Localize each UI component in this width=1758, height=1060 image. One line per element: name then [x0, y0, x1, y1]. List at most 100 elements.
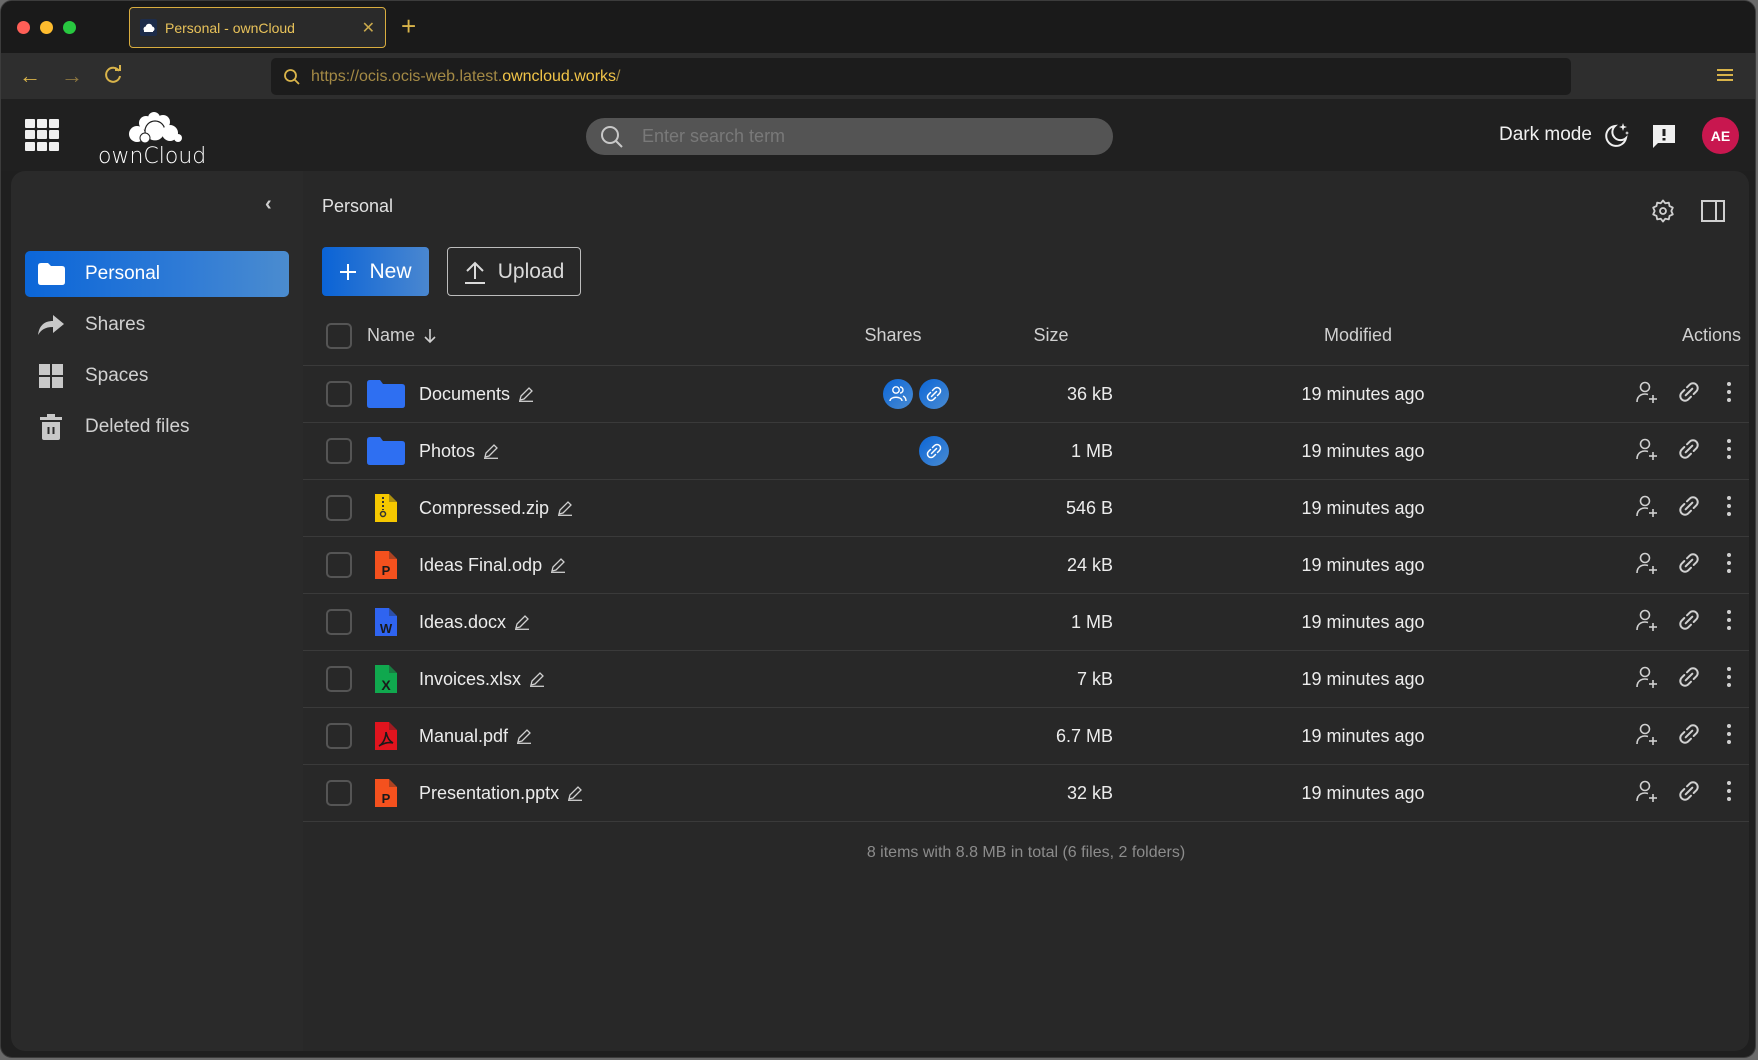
- add-user-share-icon[interactable]: [1635, 722, 1659, 751]
- shared-via-link-icon[interactable]: [919, 436, 949, 466]
- user-avatar[interactable]: AE: [1702, 117, 1739, 154]
- minimize-window-button[interactable]: [40, 21, 53, 34]
- file-name[interactable]: Compressed.zip: [419, 498, 549, 519]
- row-checkbox[interactable]: [326, 780, 352, 806]
- forward-arrow-icon[interactable]: →: [61, 63, 83, 89]
- add-user-share-icon[interactable]: [1635, 494, 1659, 523]
- tab-close-icon[interactable]: ✕: [362, 18, 375, 38]
- browser-tab[interactable]: Personal - ownCloud ✕: [129, 7, 386, 48]
- copy-link-icon[interactable]: [1677, 779, 1701, 808]
- copy-link-icon[interactable]: [1677, 722, 1701, 751]
- folder-icon: [367, 379, 405, 409]
- shared-with-people-icon[interactable]: [883, 379, 913, 409]
- app-header: ownCloud Dark mode AE: [1, 99, 1755, 171]
- sidebar-item-deleted-files[interactable]: Deleted files: [25, 404, 289, 450]
- shares-cell: [853, 379, 949, 409]
- maximize-window-button[interactable]: [63, 21, 76, 34]
- reload-icon[interactable]: [103, 63, 123, 91]
- shared-via-link-icon[interactable]: [919, 379, 949, 409]
- row-checkbox[interactable]: [326, 552, 352, 578]
- table-row[interactable]: P Ideas Final.odp 24 kB 19 minutes ago: [303, 537, 1749, 594]
- file-name[interactable]: Presentation.pptx: [419, 783, 559, 804]
- file-name[interactable]: Photos: [419, 441, 475, 462]
- row-checkbox[interactable]: [326, 723, 352, 749]
- file-name[interactable]: Ideas Final.odp: [419, 555, 542, 576]
- presentation-file-icon: P: [367, 550, 405, 580]
- table-row[interactable]: W Ideas.docx 1 MB 19 minutes ago: [303, 594, 1749, 651]
- add-user-share-icon[interactable]: [1635, 608, 1659, 637]
- add-user-share-icon[interactable]: [1635, 665, 1659, 694]
- more-options-icon[interactable]: [1719, 437, 1739, 466]
- spaces-grid-icon: [37, 363, 65, 389]
- table-row[interactable]: Documents 36 kB 19 minutes ago: [303, 366, 1749, 423]
- file-name[interactable]: Manual.pdf: [419, 726, 508, 747]
- table-row[interactable]: Photos 1 MB 19 minutes ago: [303, 423, 1749, 480]
- column-header-shares[interactable]: Shares: [833, 325, 953, 346]
- table-row[interactable]: X Invoices.xlsx 7 kB 19 minutes ago: [303, 651, 1749, 708]
- search-bar[interactable]: [586, 118, 1113, 155]
- rename-pencil-icon[interactable]: [514, 614, 530, 630]
- copy-link-icon[interactable]: [1677, 437, 1701, 466]
- row-checkbox[interactable]: [326, 381, 352, 407]
- copy-link-icon[interactable]: [1677, 608, 1701, 637]
- add-user-share-icon[interactable]: [1635, 380, 1659, 409]
- close-window-button[interactable]: [17, 21, 30, 34]
- rename-pencil-icon[interactable]: [550, 557, 566, 573]
- rename-pencil-icon[interactable]: [518, 386, 534, 402]
- more-options-icon[interactable]: [1719, 608, 1739, 637]
- file-name[interactable]: Ideas.docx: [419, 612, 506, 633]
- row-checkbox[interactable]: [326, 666, 352, 692]
- dark-mode-toggle[interactable]: Dark mode: [1499, 121, 1630, 149]
- row-checkbox[interactable]: [326, 438, 352, 464]
- address-bar[interactable]: https://ocis.ocis-web.latest.owncloud.wo…: [271, 58, 1571, 95]
- rename-pencil-icon[interactable]: [483, 443, 499, 459]
- more-options-icon[interactable]: [1719, 380, 1739, 409]
- more-options-icon[interactable]: [1719, 551, 1739, 580]
- copy-link-icon[interactable]: [1677, 494, 1701, 523]
- owncloud-logo[interactable]: ownCloud: [96, 107, 206, 169]
- table-row[interactable]: Manual.pdf 6.7 MB 19 minutes ago: [303, 708, 1749, 765]
- rename-pencil-icon[interactable]: [567, 785, 583, 801]
- rename-pencil-icon[interactable]: [557, 500, 573, 516]
- modified-date: 19 minutes ago: [1301, 440, 1425, 461]
- breadcrumb[interactable]: Personal: [322, 196, 393, 217]
- add-user-share-icon[interactable]: [1635, 437, 1659, 466]
- rename-pencil-icon[interactable]: [529, 671, 545, 687]
- sidebar-item-shares[interactable]: Shares: [25, 302, 289, 348]
- sidebar-item-personal[interactable]: Personal: [25, 251, 289, 297]
- table-row[interactable]: P Presentation.pptx 32 kB 19 minutes ago: [303, 765, 1749, 822]
- back-arrow-icon[interactable]: ←: [19, 63, 41, 89]
- more-options-icon[interactable]: [1719, 494, 1739, 523]
- copy-link-icon[interactable]: [1677, 380, 1701, 409]
- new-button[interactable]: New: [322, 247, 429, 296]
- app-switcher-icon[interactable]: [25, 119, 59, 151]
- feedback-icon[interactable]: [1652, 124, 1676, 153]
- gear-icon[interactable]: [1651, 199, 1675, 228]
- add-user-share-icon[interactable]: [1635, 779, 1659, 808]
- file-name[interactable]: Invoices.xlsx: [419, 669, 521, 690]
- column-header-name[interactable]: Name: [367, 325, 437, 346]
- copy-link-icon[interactable]: [1677, 665, 1701, 694]
- file-name[interactable]: Documents: [419, 384, 510, 405]
- table-row[interactable]: Compressed.zip 546 B 19 minutes ago: [303, 480, 1749, 537]
- column-header-modified[interactable]: Modified: [1258, 325, 1458, 346]
- more-options-icon[interactable]: [1719, 722, 1739, 751]
- row-checkbox[interactable]: [326, 609, 352, 635]
- row-actions: [1635, 665, 1739, 694]
- sidebar-panel-toggle-icon[interactable]: [1701, 200, 1725, 227]
- upload-button[interactable]: Upload: [447, 247, 581, 296]
- more-options-icon[interactable]: [1719, 779, 1739, 808]
- more-options-icon[interactable]: [1719, 665, 1739, 694]
- column-header-size[interactable]: Size: [1021, 325, 1081, 346]
- rename-pencil-icon[interactable]: [516, 728, 532, 744]
- search-input[interactable]: [642, 126, 1042, 147]
- add-user-share-icon[interactable]: [1635, 551, 1659, 580]
- copy-link-icon[interactable]: [1677, 551, 1701, 580]
- select-all-checkbox[interactable]: [326, 322, 352, 349]
- sidebar-item-spaces[interactable]: Spaces: [25, 353, 289, 399]
- browser-menu-icon[interactable]: [1717, 69, 1733, 84]
- collapse-sidebar-icon[interactable]: ‹: [265, 193, 272, 216]
- row-checkbox[interactable]: [326, 495, 352, 521]
- browser-window: Personal - ownCloud ✕ + ← → https://ocis…: [0, 0, 1756, 1058]
- new-tab-button[interactable]: +: [401, 11, 416, 42]
